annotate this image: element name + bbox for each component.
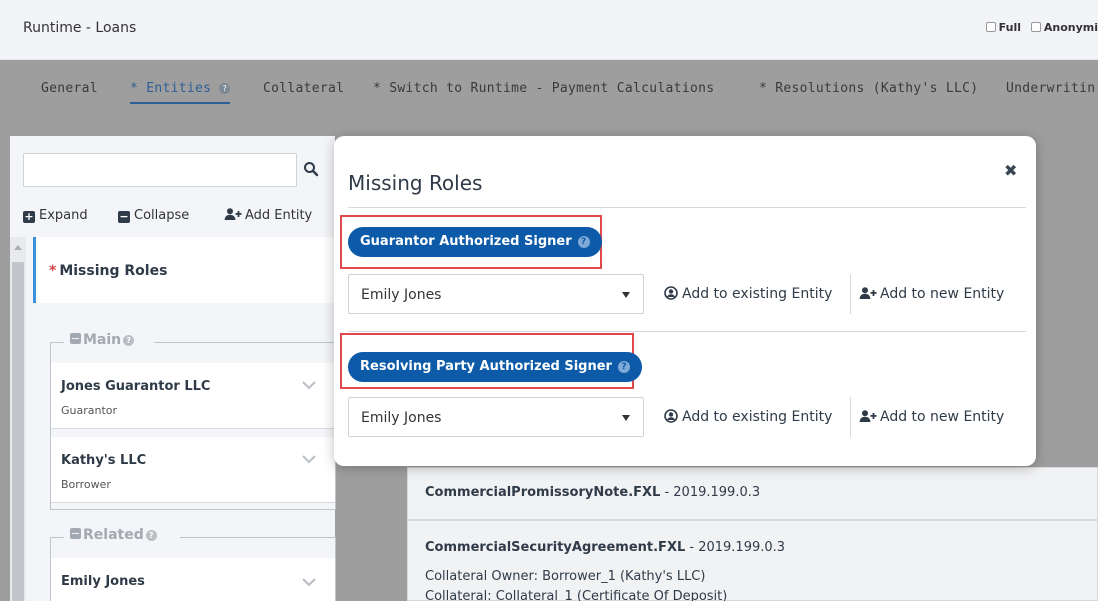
- minus-square-icon: −: [118, 210, 130, 223]
- document-title: CommercialPromissoryNote.FXL - 2019.199.…: [425, 485, 760, 500]
- full-checkbox-label: Full: [998, 21, 1022, 34]
- group-main-title[interactable]: Main?: [66, 332, 139, 348]
- document-version: - 2019.199.0.3: [660, 485, 761, 500]
- tab-payment-calculations[interactable]: * Switch to Runtime - Payment Calculatio…: [373, 81, 714, 102]
- help-icon: ?: [145, 530, 157, 541]
- add-to-existing-entity-label: Add to existing Entity: [682, 286, 833, 302]
- missing-roles-modal: Missing Roles ✖ Guarantor Authorized Sig…: [334, 136, 1036, 466]
- add-to-new-entity-button[interactable]: Add to new Entity: [859, 409, 1004, 425]
- group-main-label: Main: [83, 332, 122, 348]
- document-version: - 2019.199.0.3: [685, 540, 786, 555]
- expand-button-label: Expand: [39, 208, 88, 223]
- entity-name: Emily Jones: [61, 574, 145, 589]
- document-name: CommercialSecurityAgreement.FXL: [425, 540, 686, 555]
- document-detail: Collateral: Collateral_1 (Certificate Of…: [425, 589, 728, 601]
- add-to-new-entity-button[interactable]: Add to new Entity: [859, 286, 1004, 302]
- document-name: CommercialPromissoryNote.FXL: [425, 485, 661, 500]
- divider: [850, 397, 851, 437]
- scrollbar-thumb[interactable]: [12, 262, 24, 601]
- user-circle-icon: [664, 286, 678, 300]
- entity-toolbar: + Expand − Collapse Add Entity: [23, 208, 328, 226]
- entity-role: Borrower: [61, 478, 111, 491]
- missing-roles-label: * Missing Roles: [49, 263, 168, 279]
- full-checkbox[interactable]: [985, 22, 996, 32]
- group-related-title[interactable]: Related?: [66, 527, 161, 543]
- signer-select-value: Emily Jones: [361, 287, 442, 303]
- window-title: Runtime - Loans: [23, 20, 137, 36]
- entity-item[interactable]: Kathy's LLC Borrower: [51, 437, 335, 503]
- chevron-down-icon[interactable]: [301, 454, 317, 464]
- add-user-icon: [224, 208, 242, 220]
- tab-bar: General * Entities ? Collateral * Switch…: [0, 60, 1098, 120]
- entity-item[interactable]: Emily Jones: [51, 558, 335, 601]
- user-circle-icon: [664, 409, 678, 423]
- add-to-existing-entity-label: Add to existing Entity: [682, 409, 833, 425]
- search-icon[interactable]: [303, 161, 319, 177]
- add-to-existing-entity-button[interactable]: Add to existing Entity: [664, 409, 832, 425]
- add-user-icon: [859, 410, 877, 422]
- scroll-up-arrow-icon[interactable]: [14, 245, 22, 250]
- help-icon: ?: [577, 236, 590, 248]
- divider: [348, 207, 1026, 208]
- tab-underwriting[interactable]: Underwritin: [1006, 81, 1095, 102]
- role-badge-label: Guarantor Authorized Signer: [360, 234, 572, 249]
- title-bar: Runtime - Loans Full Anonymi: [0, 0, 1098, 60]
- entity-name: Kathy's LLC: [61, 453, 147, 468]
- tab-entities-label: * Entities: [130, 81, 212, 96]
- modal-title: Missing Roles: [348, 171, 483, 195]
- signer-select[interactable]: Emily Jones: [348, 274, 644, 314]
- help-icon: ?: [617, 361, 630, 373]
- divider: [850, 274, 851, 314]
- caret-down-icon: [622, 292, 630, 298]
- plus-square-icon: +: [23, 210, 35, 223]
- tab-entities[interactable]: * Entities ?: [130, 81, 231, 104]
- help-icon: ?: [123, 335, 135, 346]
- add-to-new-entity-label: Add to new Entity: [880, 286, 1005, 302]
- entity-name: Jones Guarantor LLC: [61, 379, 211, 394]
- signer-select-value: Emily Jones: [361, 410, 442, 426]
- tab-collateral[interactable]: Collateral: [263, 81, 344, 102]
- tab-resolutions[interactable]: * Resolutions (Kathy's LLC): [759, 81, 978, 102]
- role-badge[interactable]: Guarantor Authorized Signer?: [348, 227, 602, 257]
- chevron-down-icon[interactable]: [301, 577, 317, 587]
- help-icon: ?: [219, 83, 231, 94]
- collapse-button[interactable]: − Collapse: [118, 208, 189, 223]
- anonymize-checkbox[interactable]: [1030, 22, 1041, 32]
- missing-roles-item[interactable]: * Missing Roles: [33, 237, 335, 303]
- search-input[interactable]: [23, 153, 297, 187]
- role-badge[interactable]: Resolving Party Authorized Signer?: [348, 352, 642, 382]
- document-detail: Collateral Owner: Borrower_1 (Kathy's LL…: [425, 569, 706, 584]
- add-to-new-entity-label: Add to new Entity: [880, 409, 1005, 425]
- add-entity-button[interactable]: Add Entity: [224, 208, 312, 223]
- add-user-icon: [859, 287, 877, 299]
- entity-item[interactable]: Jones Guarantor LLC Guarantor: [51, 363, 335, 429]
- divider: [348, 331, 1026, 332]
- signer-select[interactable]: Emily Jones: [348, 397, 644, 437]
- document-item[interactable]: CommercialPromissoryNote.FXL - 2019.199.…: [407, 467, 1098, 520]
- chevron-down-icon[interactable]: [301, 380, 317, 390]
- collapse-group-icon: [70, 528, 81, 539]
- entity-role: Guarantor: [61, 404, 118, 417]
- collapse-button-label: Collapse: [134, 208, 190, 223]
- caret-down-icon: [622, 415, 630, 421]
- close-icon[interactable]: ✖: [1004, 161, 1017, 180]
- group-related-label: Related: [83, 527, 144, 543]
- add-to-existing-entity-button[interactable]: Add to existing Entity: [664, 286, 832, 302]
- header-options: Full Anonymi: [980, 21, 1098, 34]
- role-badge-label: Resolving Party Authorized Signer: [360, 359, 612, 374]
- missing-roles-text: Missing Roles: [59, 263, 168, 279]
- expand-button[interactable]: + Expand: [23, 208, 88, 223]
- document-item[interactable]: CommercialSecurityAgreement.FXL - 2019.1…: [407, 520, 1098, 601]
- tab-general[interactable]: General: [41, 81, 98, 102]
- collapse-group-icon: [70, 333, 81, 344]
- anonymize-checkbox-label: Anonymi: [1043, 21, 1098, 34]
- add-entity-button-label: Add Entity: [245, 208, 313, 223]
- document-title: CommercialSecurityAgreement.FXL - 2019.1…: [425, 540, 785, 555]
